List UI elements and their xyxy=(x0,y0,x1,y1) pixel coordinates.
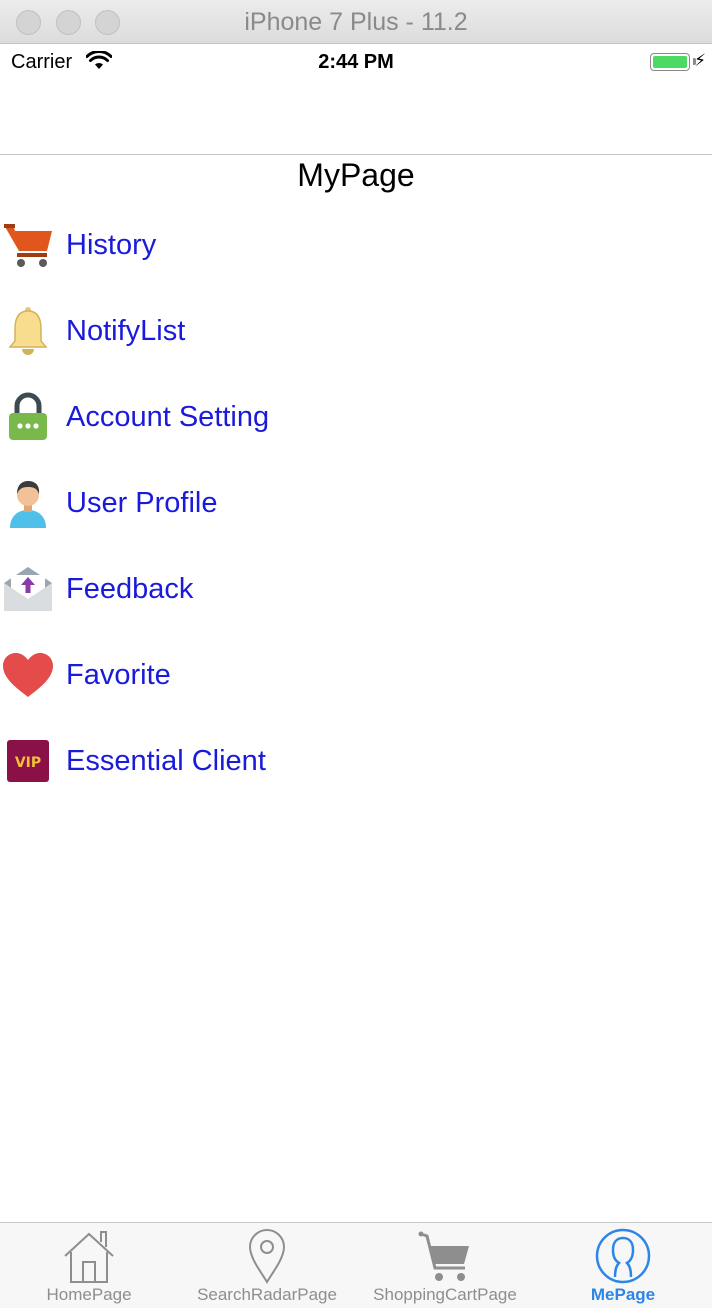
house-icon xyxy=(61,1228,117,1284)
tab-label: HomePage xyxy=(46,1285,132,1304)
menu-item-label: History xyxy=(66,228,157,261)
heart-icon xyxy=(0,647,56,703)
envelope-upload-icon xyxy=(0,561,56,617)
bell-icon xyxy=(0,303,56,359)
menu-item-notifylist[interactable]: NotifyList xyxy=(0,288,712,374)
menu-item-label: Account Setting xyxy=(66,400,270,433)
menu-item-label: Essential Client xyxy=(66,744,266,777)
menu-item-label: Favorite xyxy=(66,658,171,691)
tab-label: ShoppingCartPage xyxy=(373,1285,517,1304)
menu-item-essential-client[interactable]: VIP Essential Client xyxy=(0,718,712,804)
nav-divider xyxy=(0,154,712,155)
menu-item-label: NotifyList xyxy=(66,314,186,347)
page-title: MyPage xyxy=(297,157,415,193)
menu-item-favorite[interactable]: Favorite xyxy=(0,632,712,718)
location-pin-icon xyxy=(247,1228,287,1284)
vip-badge-icon: VIP xyxy=(0,733,56,789)
charging-icon: ⚡ xyxy=(694,51,706,70)
person-circle-icon xyxy=(595,1228,651,1284)
lock-icon xyxy=(0,389,56,445)
menu-item-history[interactable]: History xyxy=(0,202,712,288)
shopping-cart-icon xyxy=(0,217,56,273)
user-icon xyxy=(0,475,56,531)
menu-list: History NotifyList Account Setting User … xyxy=(0,202,712,804)
menu-item-label: User Profile xyxy=(66,486,218,519)
tab-label: MePage xyxy=(590,1285,656,1304)
menu-item-label: Feedback xyxy=(66,572,194,605)
tab-bar: HomePage SearchRadarPage ShoppingCartPag… xyxy=(0,1222,712,1308)
battery-icon xyxy=(650,53,690,71)
shopping-cart-icon xyxy=(417,1228,473,1284)
menu-item-account-setting[interactable]: Account Setting xyxy=(0,374,712,460)
window-title: iPhone 7 Plus - 11.2 xyxy=(244,8,468,36)
menu-item-user-profile[interactable]: User Profile xyxy=(0,460,712,546)
tab-searchradarpage[interactable]: SearchRadarPage xyxy=(178,1223,356,1308)
menu-item-feedback[interactable]: Feedback xyxy=(0,546,712,632)
tab-mepage[interactable]: MePage xyxy=(534,1223,712,1308)
tab-label: SearchRadarPage xyxy=(197,1285,337,1304)
window-titlebar: iPhone 7 Plus - 11.2 xyxy=(0,0,712,44)
status-time: 2:44 PM xyxy=(318,51,394,73)
status-bar: Carrier 2:44 PM ⚡ xyxy=(0,45,712,81)
tab-homepage[interactable]: HomePage xyxy=(0,1223,178,1308)
vip-badge-text: VIP xyxy=(15,755,41,771)
tab-shoppingcartpage[interactable]: ShoppingCartPage xyxy=(356,1223,534,1308)
